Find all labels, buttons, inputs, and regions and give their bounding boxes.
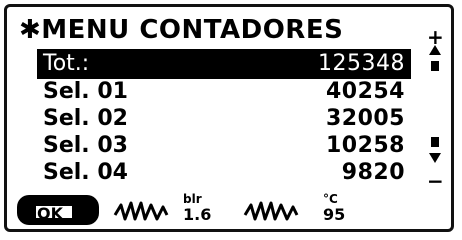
temperature-value: 95 [323, 205, 346, 224]
ok-label: OK [37, 204, 63, 223]
row-value: 10258 [325, 133, 405, 158]
minus-icon[interactable]: − [427, 169, 444, 193]
row-value: 9820 [341, 160, 405, 185]
row-label: Tot.: [43, 51, 90, 76]
blr-value: 1.6 [183, 205, 212, 224]
scroll-down-icon[interactable] [427, 151, 443, 165]
blr-indicator[interactable]: blr 1.6 [183, 193, 211, 223]
row-label: Sel. 02 [43, 106, 128, 131]
function-bar: OK blr 1.6 °C 95 [17, 191, 437, 231]
temperature-indicator[interactable]: °C 95 [323, 193, 345, 223]
row-label: Sel. 04 [43, 160, 128, 185]
counter-row-sel-02[interactable]: Sel. 02 32005 [37, 104, 411, 134]
blr-label: blr [183, 192, 202, 206]
row-value: 32005 [325, 106, 405, 131]
ok-button[interactable]: OK [17, 195, 99, 225]
temperature-unit: °C [323, 192, 338, 206]
scrollbar[interactable]: + − [425, 25, 445, 193]
device-screen: ✱MENU CONTADORES Tot.: 125348 Sel. 01 40… [4, 4, 454, 232]
scroll-up-icon[interactable] [427, 43, 443, 57]
row-value: 125348 [318, 51, 405, 76]
wave-icon-2[interactable] [243, 197, 299, 225]
scroll-thumb-lower[interactable] [431, 137, 439, 147]
counter-row-sel-04[interactable]: Sel. 04 9820 [37, 158, 411, 188]
row-label: Sel. 01 [43, 79, 128, 104]
row-label: Sel. 03 [43, 133, 128, 158]
counter-row-total[interactable]: Tot.: 125348 [37, 49, 411, 79]
counter-row-sel-01[interactable]: Sel. 01 40254 [37, 77, 411, 107]
row-value: 40254 [325, 79, 405, 104]
menu-title: ✱MENU CONTADORES [19, 15, 344, 45]
scroll-thumb[interactable] [431, 61, 439, 71]
wave-icon[interactable] [113, 197, 169, 225]
counter-row-sel-03[interactable]: Sel. 03 10258 [37, 131, 411, 161]
